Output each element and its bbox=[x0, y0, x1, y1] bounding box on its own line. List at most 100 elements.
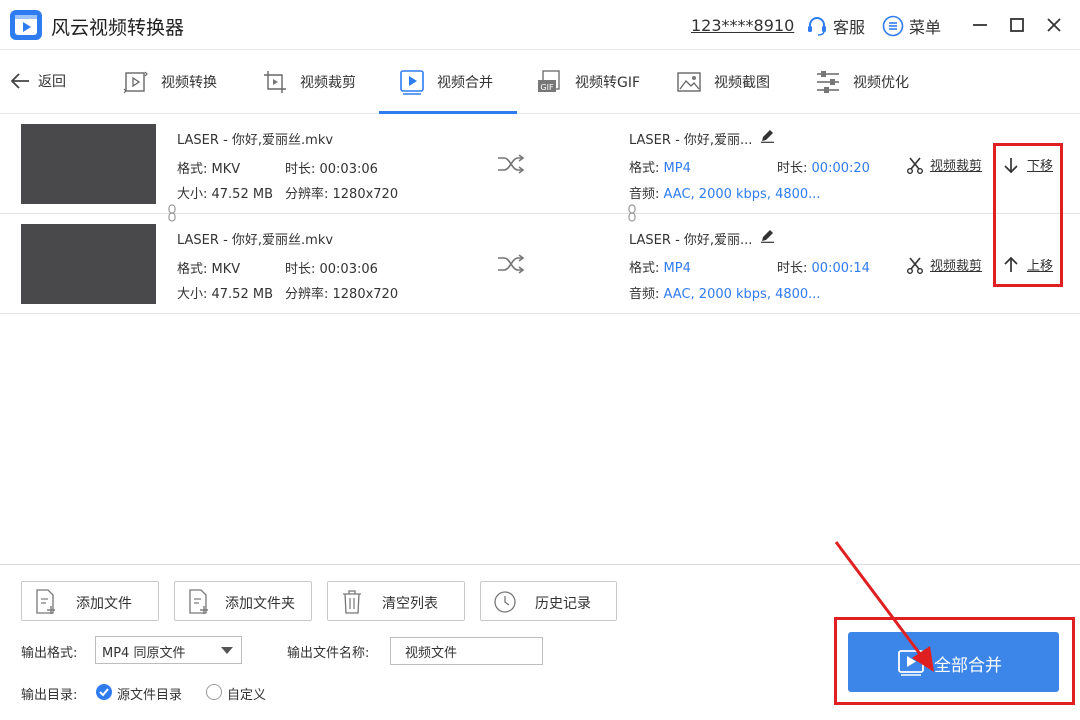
source-format: 格式: MKV bbox=[177, 262, 241, 277]
source-file-name: LASER - 你好,爱丽丝.mkv bbox=[177, 233, 334, 248]
video-cut-button[interactable]: 视频裁剪 bbox=[906, 155, 982, 174]
video-cut-label: 视频裁剪 bbox=[930, 159, 983, 174]
add-folder-label: 添加文件夹 bbox=[225, 596, 295, 612]
edit-pencil-icon[interactable] bbox=[760, 228, 775, 243]
clock-icon bbox=[494, 591, 516, 613]
output-format-value: MP4 同原文件 bbox=[102, 646, 186, 661]
output-audio-value: AAC, 2000 kbps, 4800... bbox=[663, 287, 821, 302]
output-dir-label: 输出目录: bbox=[21, 688, 78, 703]
source-file-name: LASER - 你好,爱丽丝.mkv bbox=[177, 133, 334, 148]
source-duration: 时长: 00:03:06 bbox=[285, 262, 378, 277]
svg-text:GIF: GIF bbox=[540, 83, 554, 92]
close-icon[interactable] bbox=[1043, 14, 1065, 36]
highlight-box-move-buttons bbox=[993, 143, 1063, 287]
radio-custom-dir[interactable] bbox=[206, 684, 222, 700]
video-cut-label: 视频裁剪 bbox=[930, 259, 983, 274]
annotation-arrow-icon bbox=[834, 541, 934, 672]
output-name-input[interactable] bbox=[390, 637, 543, 665]
output-duration: 时长: 00:00:14 bbox=[777, 257, 870, 276]
title-bar: 风云视频转换器 123****8910 客服 菜单 bbox=[0, 0, 1080, 50]
tab-video-convert[interactable]: 视频转换 bbox=[123, 50, 217, 114]
menu-label: 菜单 bbox=[909, 18, 942, 37]
merge-all-label: 全部合并 bbox=[934, 656, 1002, 676]
tab-video-screenshot[interactable]: 视频截图 bbox=[676, 50, 770, 114]
trash-icon bbox=[343, 590, 361, 614]
output-name-label: 输出文件名称: bbox=[287, 646, 370, 661]
history-label: 历史记录 bbox=[535, 596, 591, 612]
add-folder-button[interactable]: 添加文件夹 bbox=[174, 581, 312, 621]
chevron-down-icon bbox=[221, 647, 233, 654]
source-size: 大小: 47.52 MB bbox=[177, 287, 273, 302]
arrow-left-icon bbox=[10, 73, 29, 89]
menu-button[interactable]: 菜单 bbox=[882, 14, 941, 38]
scissors-icon bbox=[907, 156, 923, 174]
output-format-value: MP4 bbox=[663, 261, 691, 276]
history-button[interactable]: 历史记录 bbox=[480, 581, 617, 621]
output-duration-key: 时长: bbox=[777, 161, 808, 176]
file-row[interactable]: LASER - 你好,爱丽丝.mkv 格式: MKV 时长: 00:03:06 … bbox=[0, 214, 1080, 314]
output-format-key: 格式: bbox=[629, 161, 660, 176]
crop-icon bbox=[264, 71, 286, 93]
tab-label: 视频转换 bbox=[161, 75, 217, 91]
app-title: 风云视频转换器 bbox=[51, 17, 185, 39]
sliders-icon bbox=[817, 71, 839, 93]
output-duration-value: 00:00:14 bbox=[811, 261, 870, 276]
tab-label: 视频优化 bbox=[853, 75, 909, 91]
source-duration: 时长: 00:03:06 bbox=[285, 162, 378, 177]
output-format-key: 格式: bbox=[629, 261, 660, 276]
add-file-icon bbox=[36, 589, 55, 614]
headset-icon bbox=[808, 17, 826, 36]
tab-label: 视频合并 bbox=[437, 75, 493, 91]
output-format-label: 输出格式: bbox=[21, 646, 78, 661]
output-audio-key: 音频: bbox=[629, 187, 660, 202]
video-thumbnail bbox=[21, 124, 156, 204]
back-button[interactable]: 返回 bbox=[9, 70, 66, 92]
video-thumbnail bbox=[21, 224, 156, 304]
clear-list-button[interactable]: 清空列表 bbox=[327, 581, 465, 621]
account-link[interactable]: 123****8910 bbox=[691, 16, 794, 35]
file-row[interactable]: LASER - 你好,爱丽丝.mkv 格式: MKV 时长: 00:03:06 … bbox=[0, 114, 1080, 214]
tab-label: 视频截图 bbox=[714, 75, 770, 91]
edit-pencil-icon[interactable] bbox=[760, 128, 775, 143]
convert-shuffle-icon bbox=[498, 154, 525, 174]
video-cut-button[interactable]: 视频裁剪 bbox=[906, 255, 982, 274]
radio-source-dir-label: 源文件目录 bbox=[117, 688, 183, 703]
output-format-select[interactable]: MP4 同原文件 bbox=[95, 636, 242, 664]
add-file-button[interactable]: 添加文件 bbox=[21, 581, 159, 621]
source-format: 格式: MKV bbox=[177, 162, 241, 177]
output-file-name: LASER - 你好,爱丽... bbox=[629, 133, 753, 148]
tab-bar: 返回 视频转换 视频裁剪 视频合并 GIF 视频转GIF 视频截图 视频优化 bbox=[0, 50, 1080, 114]
output-duration: 时长: 00:00:20 bbox=[777, 157, 870, 176]
tab-label: 视频转GIF bbox=[575, 75, 641, 91]
radio-source-dir[interactable] bbox=[96, 684, 112, 700]
radio-custom-dir-label: 自定义 bbox=[227, 688, 267, 703]
add-folder-icon bbox=[189, 589, 208, 614]
support-button[interactable]: 客服 bbox=[806, 14, 865, 38]
output-audio: 音频: AAC, 2000 kbps, 4800... bbox=[629, 183, 821, 202]
minimize-icon[interactable] bbox=[969, 14, 991, 36]
scissors-icon bbox=[907, 256, 923, 274]
source-resolution: 分辨率: 1280x720 bbox=[285, 187, 399, 202]
support-label: 客服 bbox=[833, 18, 866, 37]
tab-video-crop[interactable]: 视频裁剪 bbox=[262, 50, 356, 114]
source-resolution: 分辨率: 1280x720 bbox=[285, 287, 399, 302]
convert-shuffle-icon bbox=[498, 254, 525, 274]
output-duration-value: 00:00:20 bbox=[811, 161, 870, 176]
maximize-icon[interactable] bbox=[1006, 14, 1028, 36]
app-logo-icon bbox=[10, 10, 42, 40]
tab-video-optimize[interactable]: 视频优化 bbox=[815, 50, 909, 114]
output-file-name: LASER - 你好,爱丽... bbox=[629, 233, 753, 248]
tab-video-to-gif[interactable]: GIF 视频转GIF bbox=[537, 50, 640, 114]
image-icon bbox=[677, 72, 701, 92]
output-duration-key: 时长: bbox=[777, 261, 808, 276]
merge-play-icon bbox=[400, 70, 424, 95]
back-label: 返回 bbox=[38, 74, 66, 90]
output-format-value: MP4 bbox=[663, 161, 691, 176]
tab-video-merge[interactable]: 视频合并 bbox=[399, 50, 493, 114]
gif-icon: GIF bbox=[538, 70, 560, 92]
output-audio-value: AAC, 2000 kbps, 4800... bbox=[663, 187, 821, 202]
output-format: 格式: MP4 bbox=[629, 257, 691, 276]
add-file-label: 添加文件 bbox=[76, 596, 132, 612]
output-audio-key: 音频: bbox=[629, 287, 660, 302]
video-convert-icon bbox=[123, 71, 148, 94]
